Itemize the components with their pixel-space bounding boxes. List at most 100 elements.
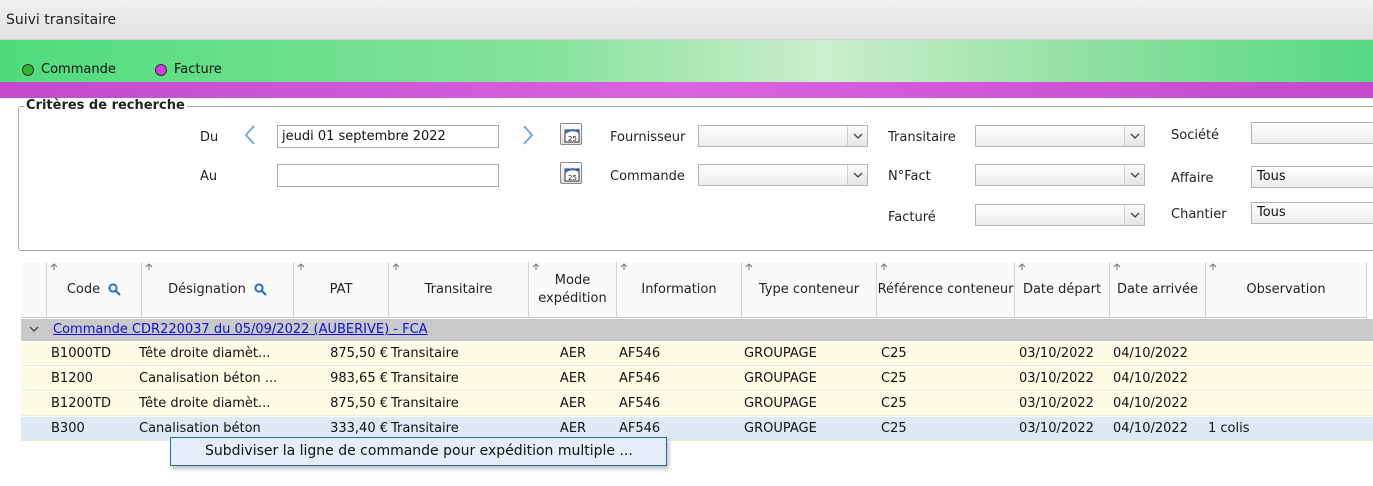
sort-indicator-icon (532, 263, 540, 270)
commande-select[interactable] (698, 164, 868, 186)
societe-select[interactable] (1251, 122, 1373, 144)
nfact-select[interactable] (975, 164, 1145, 186)
facture-dot-icon (155, 63, 167, 76)
column-header-observation[interactable]: Observation (1206, 262, 1367, 318)
legend-item-facture: Facture (155, 62, 222, 77)
calendar-from-button[interactable]: 25 (560, 123, 582, 145)
cell-designation: Tête droite diamèt... (139, 346, 271, 361)
fournisseur-label: Fournisseur (610, 130, 686, 145)
au-label: Au (200, 169, 218, 184)
sort-indicator-icon (1018, 263, 1026, 270)
transitaire-select[interactable] (975, 125, 1145, 147)
affaire-select[interactable]: Tous (1251, 166, 1373, 188)
column-header-pat[interactable]: PAT (294, 262, 389, 318)
sort-indicator-icon (297, 263, 305, 270)
legend-item-commande: Commande (22, 62, 116, 77)
table-row[interactable]: B1200 Canalisation béton ... 983,65 € Tr… (21, 367, 1373, 391)
cell-type: GROUPAGE (744, 346, 817, 361)
sort-indicator-icon (880, 263, 888, 270)
cell-transitaire: Transitaire (391, 371, 459, 386)
cell-designation: Canalisation béton (139, 421, 261, 436)
calendar-icon: 25 (564, 129, 580, 143)
context-menu: Subdiviser la ligne de commande pour exp… (170, 437, 667, 466)
chevron-down-icon[interactable] (1124, 126, 1144, 146)
column-header-code[interactable]: Code (47, 262, 142, 318)
column-header-reference[interactable]: Référence conteneur (877, 262, 1015, 318)
cell-reference: C25 (881, 396, 907, 411)
cell-code: B300 (51, 421, 85, 436)
cell-arrivee: 04/10/2022 (1113, 396, 1188, 411)
next-date-icon[interactable] (521, 124, 535, 146)
cell-designation: Tête droite diamèt... (139, 396, 271, 411)
cell-pat: 333,40 € (330, 421, 388, 436)
date-to-input[interactable] (277, 164, 499, 187)
cell-transitaire: Transitaire (391, 421, 459, 436)
chevron-down-icon[interactable] (29, 325, 39, 333)
chantier-value: Tous (1257, 205, 1286, 220)
group-link[interactable]: Commande CDR220037 du 05/09/2022 (AUBERI… (53, 322, 428, 337)
column-header-depart[interactable]: Date départ (1015, 262, 1110, 318)
sort-indicator-icon (620, 263, 628, 270)
sort-indicator-icon (392, 263, 400, 270)
cell-arrivee: 04/10/2022 (1113, 346, 1188, 361)
cell-type: GROUPAGE (744, 421, 817, 436)
column-header-designation[interactable]: Désignation (142, 262, 294, 318)
cell-observation: 1 colis (1208, 421, 1250, 436)
column-header-type[interactable]: Type conteneur (742, 262, 877, 318)
search-icon[interactable] (254, 283, 267, 296)
nfact-label: N°Fact (888, 169, 931, 184)
facture-select[interactable] (975, 204, 1145, 226)
column-header-mode[interactable]: Mode expédition (529, 262, 617, 318)
search-icon[interactable] (108, 283, 121, 296)
commande-dot-icon (22, 63, 34, 76)
societe-label: Société (1171, 128, 1220, 143)
commande-label: Commande (610, 169, 685, 184)
chevron-down-icon[interactable] (1124, 165, 1144, 185)
table-row[interactable]: B1000TD Tête droite diamèt... 875,50 € T… (21, 342, 1373, 366)
du-label: Du (200, 130, 219, 145)
chantier-label: Chantier (1171, 207, 1227, 222)
cell-transitaire: Transitaire (391, 346, 459, 361)
cell-information: AF546 (619, 371, 661, 386)
transitaire-label: Transitaire (888, 130, 956, 145)
column-header-information[interactable]: Information (617, 262, 742, 318)
context-menu-item-split-line[interactable]: Subdiviser la ligne de commande pour exp… (205, 443, 633, 459)
cell-pat: 983,65 € (330, 371, 388, 386)
cell-information: AF546 (619, 421, 661, 436)
calendar-icon: 25 (564, 168, 580, 182)
accent-bar (0, 82, 1373, 98)
row-indicator-header (21, 262, 47, 318)
column-label-code: Code (66, 281, 101, 297)
results-grid: Code Désignation PAT Transitaire Mode ex… (21, 262, 1373, 442)
window-title-bar: Suivi transitaire (0, 0, 1373, 40)
window-title: Suivi transitaire (6, 12, 117, 28)
chevron-down-icon[interactable] (847, 126, 867, 146)
cell-depart: 03/10/2022 (1019, 396, 1094, 411)
chevron-down-icon[interactable] (847, 165, 867, 185)
search-criteria-panel (18, 106, 1373, 251)
sort-indicator-icon (745, 263, 753, 270)
cell-designation: Canalisation béton ... (139, 371, 278, 386)
cell-type: GROUPAGE (744, 371, 817, 386)
cell-reference: C25 (881, 371, 907, 386)
cell-code: B1200 (51, 371, 94, 386)
date-from-input[interactable]: jeudi 01 septembre 2022 (277, 125, 499, 148)
sort-indicator-icon (1113, 263, 1121, 270)
calendar-to-button[interactable]: 25 (560, 162, 582, 184)
table-row[interactable]: B1200TD Tête droite diamèt... 875,50 € T… (21, 392, 1373, 416)
sort-indicator-icon (1209, 263, 1217, 270)
facture-label: Facturé (888, 210, 936, 225)
legend-label-facture: Facture (174, 62, 222, 77)
fournisseur-select[interactable] (698, 125, 868, 147)
calendar-day-glyph: 25 (568, 135, 577, 143)
chevron-down-icon[interactable] (1124, 205, 1144, 225)
column-header-arrivee[interactable]: Date arrivée (1110, 262, 1206, 318)
cell-information: AF546 (619, 396, 661, 411)
cell-pat: 875,50 € (330, 396, 388, 411)
cell-type: GROUPAGE (744, 396, 817, 411)
chantier-select[interactable]: Tous (1251, 202, 1373, 224)
sort-indicator-icon (50, 263, 58, 270)
group-row[interactable]: Commande CDR220037 du 05/09/2022 (AUBERI… (21, 319, 1373, 341)
column-header-transitaire[interactable]: Transitaire (389, 262, 529, 318)
previous-date-icon[interactable] (243, 124, 257, 146)
